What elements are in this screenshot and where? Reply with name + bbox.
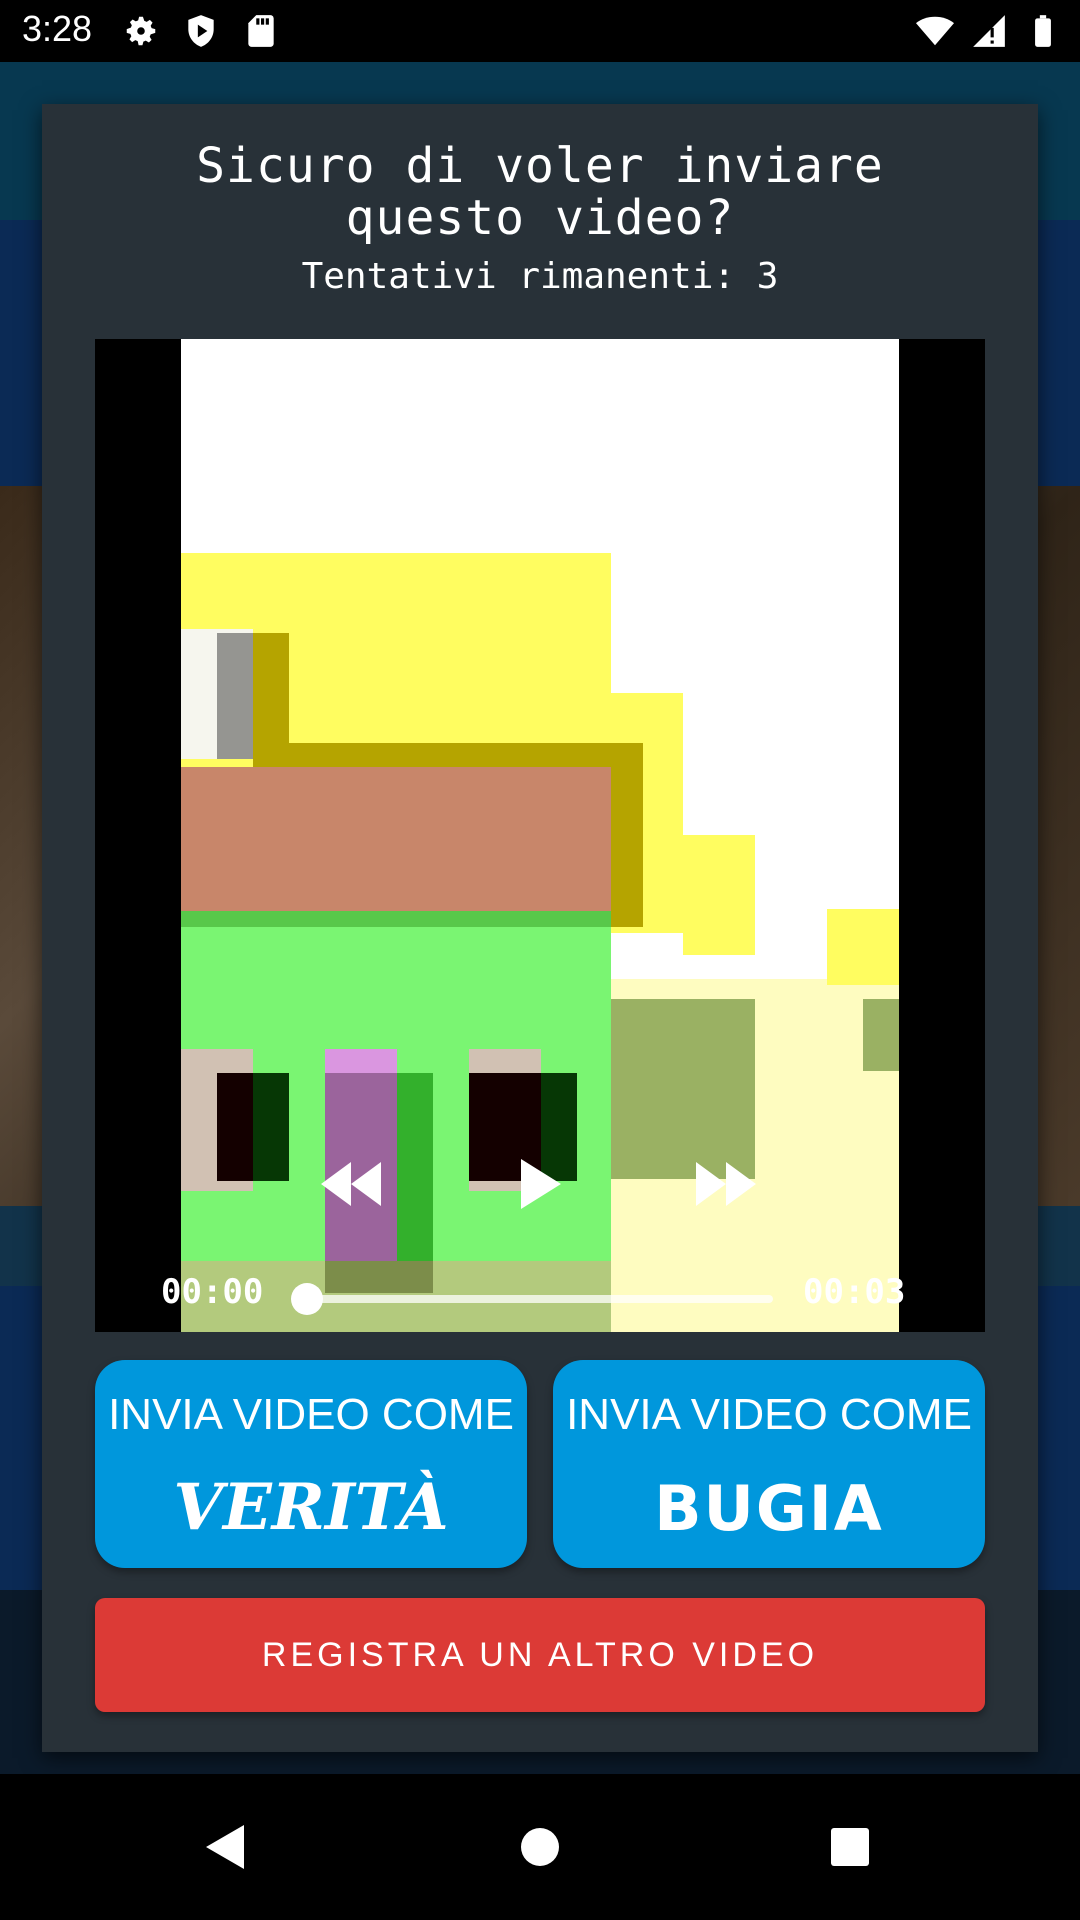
attempts-remaining: Tentativi rimanenti: 3 — [301, 256, 779, 297]
status-system-icons — [916, 12, 1062, 50]
seek-bar[interactable] — [305, 1295, 773, 1303]
gear-icon — [126, 16, 156, 46]
video-player[interactable]: 00:00 00:03 — [95, 339, 985, 1332]
confirm-send-dialog: Sicuro di voler inviare questo video? Te… — [42, 104, 1038, 1752]
fast-forward-icon[interactable] — [693, 1159, 759, 1209]
rewind-icon[interactable] — [318, 1159, 384, 1209]
play-icon[interactable] — [515, 1157, 565, 1211]
send-as-truth-line2: VERITÀ — [173, 1470, 449, 1545]
status-time: 3:28 — [22, 8, 93, 49]
send-as-lie-line1: INVIA VIDEO COME — [566, 1390, 972, 1439]
seek-thumb[interactable] — [291, 1283, 323, 1315]
record-another-video-button[interactable]: REGISTRA UN ALTRO VIDEO — [95, 1598, 985, 1712]
signal-icon — [973, 15, 1005, 47]
send-as-lie-button[interactable]: INVIA VIDEO COME BUGIA — [553, 1360, 985, 1568]
shield-play-icon — [188, 15, 214, 47]
recents-icon[interactable] — [790, 1774, 910, 1920]
current-time: 00:00 — [161, 1272, 264, 1312]
send-as-truth-line1: INVIA VIDEO COME — [108, 1390, 514, 1439]
send-as-truth-button[interactable]: INVIA VIDEO COME VERITÀ — [95, 1360, 527, 1568]
status-bar: 3:28 — [0, 0, 1080, 62]
navigation-bar — [0, 1774, 1080, 1920]
dialog-title: Sicuro di voler inviare questo video? — [196, 138, 884, 246]
sd-card-icon — [248, 15, 274, 47]
battery-icon — [1035, 15, 1051, 47]
send-as-lie-line2: BUGIA — [654, 1472, 884, 1545]
home-icon[interactable] — [480, 1774, 600, 1920]
total-duration: 00:03 — [803, 1272, 906, 1312]
status-notification-icons — [122, 12, 280, 50]
wifi-icon — [916, 16, 954, 46]
back-icon[interactable] — [166, 1774, 286, 1920]
